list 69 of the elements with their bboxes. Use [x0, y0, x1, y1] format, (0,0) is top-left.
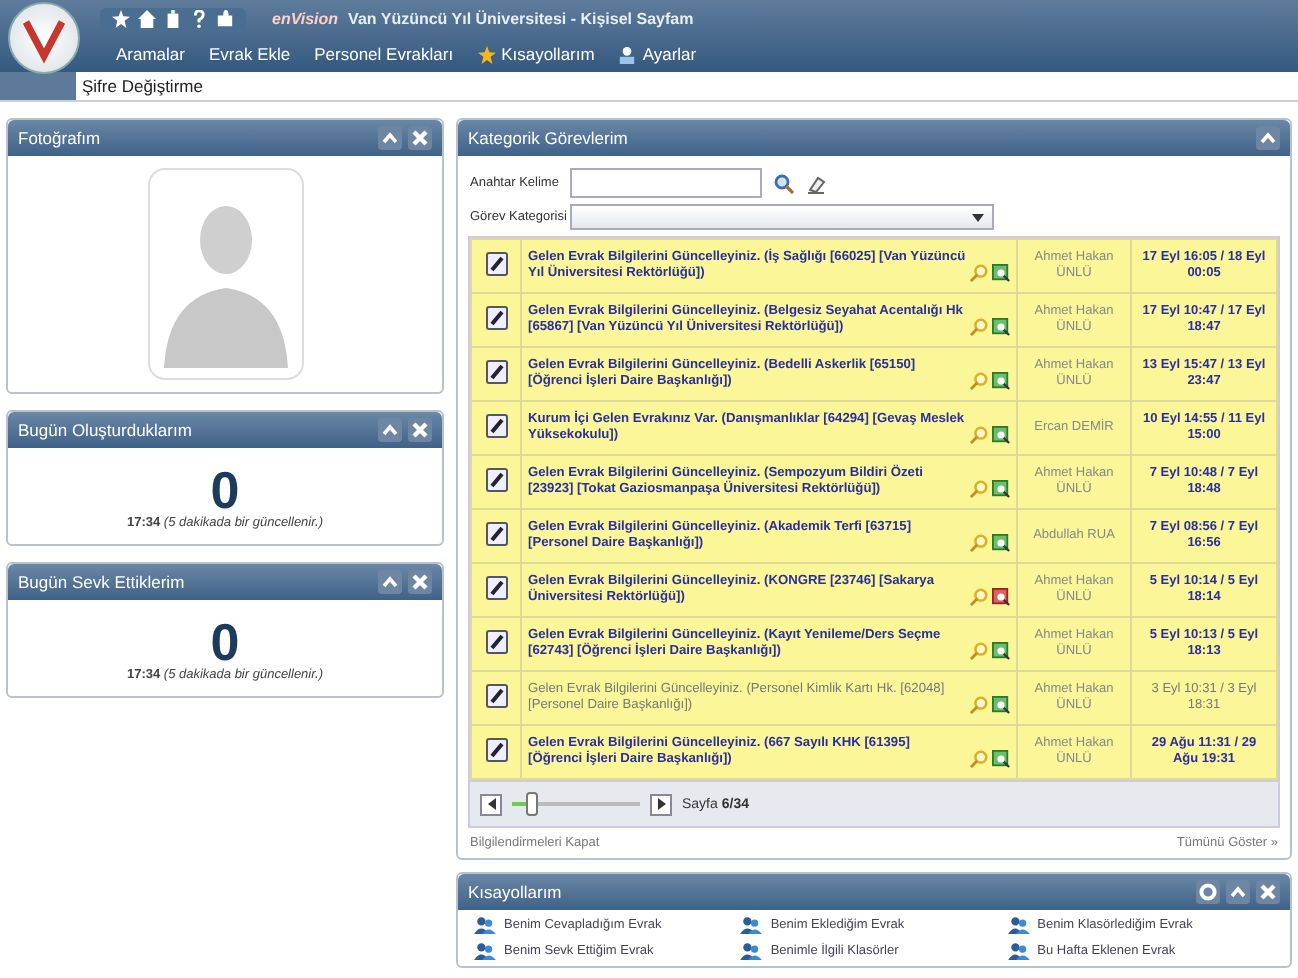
document-search-icon[interactable] [992, 480, 1010, 498]
document-search-icon[interactable] [992, 642, 1010, 660]
edit-icon[interactable] [485, 468, 507, 492]
edit-icon[interactable] [485, 522, 507, 546]
menu-item[interactable]: Personel Evrakları [314, 44, 454, 64]
search-icon[interactable] [774, 173, 794, 193]
keyword-field[interactable] [570, 168, 762, 198]
document-search-icon[interactable] [992, 318, 1010, 336]
menu-item[interactable]: Kısayollarım [477, 44, 595, 64]
eraser-icon[interactable] [806, 173, 826, 193]
submenu-item[interactable]: Şifre Değiştirme [76, 76, 203, 96]
right-arrow-icon [657, 798, 665, 810]
users-icon [740, 916, 763, 934]
collapse-icon[interactable] [378, 126, 402, 150]
edit-icon[interactable] [485, 738, 507, 762]
document-search-icon[interactable] [992, 534, 1010, 552]
left-arrow-icon [487, 798, 495, 810]
close-icon[interactable] [1256, 880, 1280, 904]
collapse-icon[interactable] [1256, 126, 1280, 150]
menu-item[interactable]: Evrak Ekle [208, 44, 291, 64]
users-icon [474, 942, 496, 960]
edit-icon[interactable] [485, 630, 507, 654]
users-icon [1007, 942, 1030, 960]
count-value: 0 [210, 463, 240, 515]
next-button[interactable] [650, 793, 672, 815]
users-icon [1007, 916, 1030, 934]
caret-icon [972, 213, 984, 221]
count-value: 0 [210, 615, 240, 667]
close-icon[interactable] [408, 418, 432, 442]
close-icon[interactable] [408, 570, 432, 594]
menu-item[interactable]: Aramalar [116, 44, 185, 64]
panel-title: Kategorik Görevlerim [468, 128, 630, 148]
user-icon [618, 45, 637, 63]
edit-icon[interactable] [485, 306, 507, 330]
document-search-icon[interactable] [992, 426, 1010, 444]
star-icon [477, 45, 496, 63]
document-search-icon[interactable] [992, 588, 1010, 606]
close-icon[interactable] [408, 126, 432, 150]
document-search-icon[interactable] [992, 372, 1010, 390]
prev-button[interactable] [480, 793, 502, 815]
window-title: Van Yüzüncü Yıl Üniversitesi - Kişisel Sayfam [348, 9, 694, 27]
edit-icon[interactable] [485, 576, 507, 600]
avatar-icon [147, 168, 303, 380]
puzzle-icon[interactable] [216, 9, 234, 27]
star-icon[interactable] [112, 9, 130, 27]
document-search-icon[interactable] [992, 264, 1010, 282]
panel-title: Fotoğrafım [18, 128, 103, 148]
collapse-icon[interactable] [1226, 880, 1250, 904]
brand-logo: enVision [272, 9, 339, 27]
edit-icon[interactable] [485, 252, 507, 276]
logo-icon [8, 2, 80, 74]
edit-icon[interactable] [485, 684, 507, 708]
edit-icon[interactable] [485, 414, 507, 438]
bag-icon[interactable] [164, 9, 182, 27]
help-icon[interactable] [190, 9, 208, 27]
users-icon [740, 942, 763, 960]
home-icon[interactable] [138, 9, 156, 27]
collapse-icon[interactable] [378, 570, 402, 594]
panel-title: Bugün Oluşturduklarım [18, 420, 194, 440]
panel-title: Bugün Sevk Ettiklerim [18, 572, 187, 592]
panel-title: Kısayollarım [468, 882, 564, 902]
slider-thumb[interactable] [525, 792, 538, 816]
document-search-icon[interactable] [992, 696, 1010, 714]
users-icon [474, 916, 496, 934]
settings-icon[interactable] [1196, 880, 1220, 904]
menu-item[interactable]: Ayarlar [618, 44, 697, 64]
edit-icon[interactable] [485, 360, 507, 384]
document-search-icon[interactable] [992, 750, 1010, 768]
collapse-icon[interactable] [378, 418, 402, 442]
